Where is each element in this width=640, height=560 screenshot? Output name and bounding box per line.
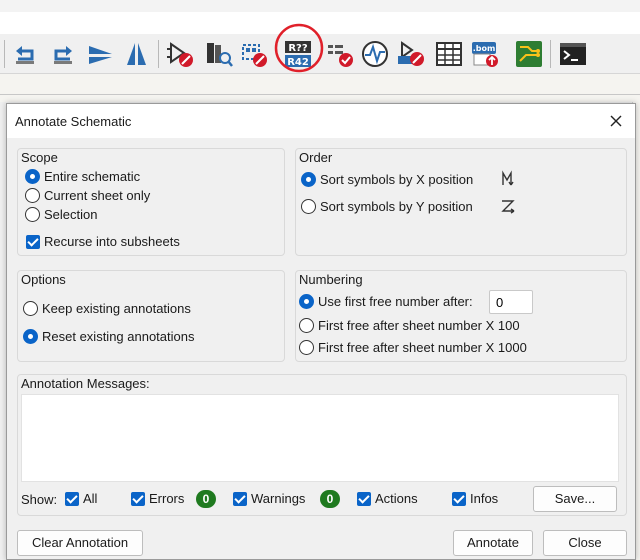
checkbox-indicator (452, 491, 466, 506)
messages-label: Annotation Messages: (21, 376, 150, 391)
sheet-x100-radio[interactable]: First free after sheet number X 100 (299, 318, 520, 333)
symbol-editor-icon[interactable] (240, 39, 270, 69)
checkbox-indicator (233, 491, 247, 506)
options-choice-label: Keep existing annotations (42, 301, 191, 316)
erc-check-icon[interactable] (166, 39, 196, 69)
sort-by-x-radio[interactable]: Sort symbols by X position (301, 172, 473, 187)
numbering-choice-label: First free after sheet number X 100 (318, 318, 520, 333)
checkbox-indicator (131, 491, 145, 506)
radio-indicator (25, 188, 40, 203)
scope-option-label: Current sheet only (44, 188, 151, 203)
show-label: Show: (21, 492, 58, 507)
filter-all-checkbox[interactable]: All (65, 491, 97, 506)
mirror-vertical-icon[interactable] (122, 39, 152, 69)
close-button[interactable]: Close (543, 530, 627, 556)
order-option-label: Sort symbols by Y position (320, 199, 473, 214)
clear-annotation-button[interactable]: Clear Annotation (17, 530, 143, 556)
highlight-circle (274, 23, 324, 73)
save-messages-button[interactable]: Save... (533, 486, 617, 512)
radio-indicator (25, 169, 40, 184)
reset-annotations-radio[interactable]: Reset existing annotations (23, 329, 194, 344)
scope-selection-radio[interactable]: Selection (25, 207, 97, 222)
toolbar-separator (158, 40, 159, 68)
toolbar-separator (550, 40, 551, 68)
bom-icon-text: .bom (473, 44, 496, 53)
numbering-choice-label: First free after sheet number X 1000 (318, 340, 527, 355)
recurse-subsheets-label: Recurse into subsheets (44, 234, 180, 249)
checkbox-indicator (357, 491, 371, 506)
main-toolbar: R?? R42 .bom (0, 23, 640, 74)
dialog-title: Annotate Schematic (15, 114, 132, 129)
scope-current-sheet-radio[interactable]: Current sheet only (25, 188, 150, 203)
errors-count-badge: 0 (196, 490, 216, 508)
radio-indicator (25, 207, 40, 222)
dialog-titlebar: Annotate Schematic (7, 104, 635, 138)
symbol-library-icon[interactable] (204, 39, 234, 69)
recurse-subsheets-checkbox[interactable]: Recurse into subsheets (26, 234, 180, 249)
ruler-line (0, 94, 640, 95)
close-icon[interactable] (607, 112, 625, 130)
order-label: Order (299, 150, 333, 165)
first-free-number-radio[interactable]: Use first free number after: (299, 294, 473, 309)
scope-label: Scope (21, 150, 58, 165)
scope-option-label: Entire schematic (44, 169, 141, 184)
radio-indicator (23, 329, 38, 344)
radio-indicator (299, 294, 314, 309)
symbol-fields-table-icon[interactable] (434, 39, 464, 69)
filter-warnings-label: Warnings (251, 491, 306, 506)
checkbox-indicator (65, 491, 79, 506)
window-title-strip (0, 0, 640, 12)
annotate-button[interactable]: Annotate (453, 530, 533, 556)
annotate-dialog: Annotate Schematic Scope Entire schemati… (6, 103, 636, 560)
pcb-editor-icon[interactable] (514, 39, 544, 69)
sort-x-icon (502, 170, 514, 186)
radio-indicator (23, 301, 38, 316)
mirror-horizontal-icon[interactable] (86, 39, 116, 69)
filter-infos-checkbox[interactable]: Infos (452, 491, 498, 506)
redo-icon[interactable] (48, 39, 78, 69)
sort-y-icon (501, 200, 515, 214)
numbering-choice-label: Use first free number after: (318, 294, 473, 309)
warnings-count-badge: 0 (320, 490, 340, 508)
messages-list[interactable] (21, 394, 619, 482)
filter-errors-checkbox[interactable]: Errors (131, 491, 184, 506)
start-number-input[interactable] (489, 290, 533, 314)
schematic-ruler (0, 74, 640, 102)
sort-by-y-radio[interactable]: Sort symbols by Y position (301, 199, 473, 214)
scope-entire-schematic-radio[interactable]: Entire schematic (25, 169, 140, 184)
footprint-assign-icon[interactable] (396, 39, 426, 69)
filter-all-label: All (83, 491, 98, 506)
radio-indicator (299, 318, 314, 333)
filter-errors-label: Errors (149, 491, 185, 506)
bom-generate-icon[interactable]: .bom (470, 39, 500, 69)
fields-table-icon[interactable] (326, 39, 356, 69)
radio-indicator (299, 340, 314, 355)
sheet-x1000-radio[interactable]: First free after sheet number X 1000 (299, 340, 527, 355)
scope-option-label: Selection (44, 207, 98, 222)
filter-actions-checkbox[interactable]: Actions (357, 491, 418, 506)
radio-indicator (301, 199, 316, 214)
toolbar-separator (4, 40, 5, 68)
numbering-label: Numbering (299, 272, 363, 287)
filter-warnings-checkbox[interactable]: Warnings (233, 491, 305, 506)
options-label: Options (21, 272, 66, 287)
checkbox-indicator (26, 234, 40, 249)
order-option-label: Sort symbols by X position (320, 172, 474, 187)
undo-icon[interactable] (10, 39, 40, 69)
radio-indicator (301, 172, 316, 187)
keep-annotations-radio[interactable]: Keep existing annotations (23, 301, 191, 316)
filter-infos-label: Infos (470, 491, 499, 506)
simulator-icon[interactable] (360, 39, 390, 69)
scripting-console-icon[interactable] (558, 39, 588, 69)
filter-actions-label: Actions (375, 491, 418, 506)
options-choice-label: Reset existing annotations (42, 329, 195, 344)
